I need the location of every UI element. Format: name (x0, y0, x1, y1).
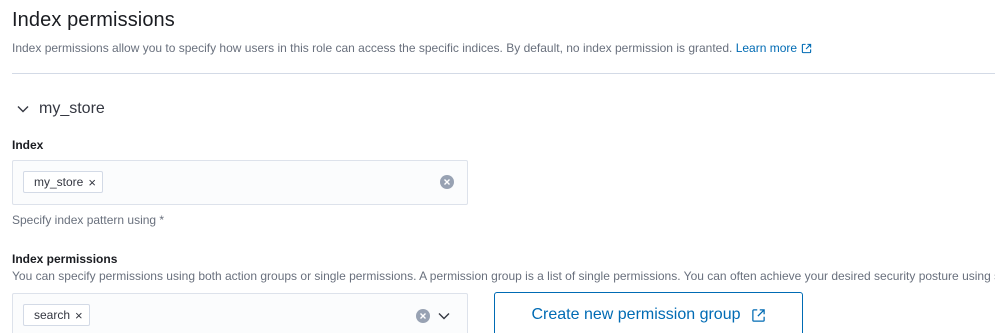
learn-more-label: Learn more (735, 41, 798, 55)
index-field-label: Index (12, 138, 44, 152)
learn-more-link[interactable]: Learn more (736, 41, 812, 55)
section-description: Index permissions allow you to specify h… (12, 41, 812, 55)
chevron-down-icon[interactable] (437, 310, 451, 322)
permissions-help-text: You can specify permissions using both a… (12, 269, 995, 283)
clear-icon (420, 313, 426, 319)
index-pill-label: my_store (34, 175, 84, 189)
index-permissions-panel: Index permissions Index permissions allo… (0, 0, 995, 333)
permission-pill: search × (23, 304, 90, 326)
remove-index-icon[interactable]: × (88, 175, 96, 190)
index-help-text: Specify index pattern using * (12, 213, 165, 227)
clear-icon (444, 179, 450, 185)
create-button-label: Create new permission group (531, 306, 741, 323)
permissions-field-label: Index permissions (12, 252, 118, 266)
remove-permission-icon[interactable]: × (75, 308, 83, 323)
index-combobox[interactable]: my_store × (12, 160, 468, 205)
external-link-icon (801, 44, 812, 54)
section-divider (12, 73, 995, 74)
permission-pill-label: search (34, 308, 71, 322)
accordion-label: my_store (39, 100, 105, 117)
clear-index-button[interactable] (440, 175, 454, 189)
index-pill: my_store × (23, 171, 103, 193)
accordion-toggle-my-store[interactable]: my_store (16, 100, 105, 118)
create-permission-group-button[interactable]: Create new permission group (494, 292, 803, 333)
permissions-combobox[interactable]: search × (12, 293, 468, 333)
clear-permissions-button[interactable] (416, 309, 430, 323)
description-text: Index permissions allow you to specify h… (12, 41, 733, 55)
external-link-icon (751, 308, 765, 322)
chevron-down-icon (17, 106, 29, 113)
section-title: Index permissions (12, 9, 175, 31)
